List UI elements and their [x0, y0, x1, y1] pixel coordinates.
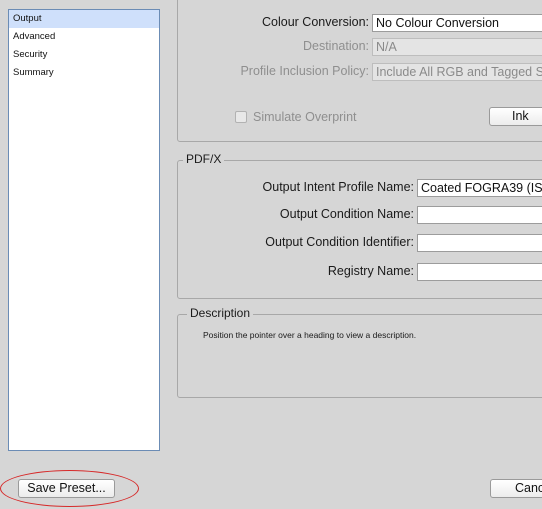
output-intent-profile-select[interactable]: Coated FOGRA39 (IS	[417, 179, 542, 197]
output-condition-identifier-field[interactable]	[417, 234, 542, 252]
profile-inclusion-policy-select: Include All RGB and Tagged S	[372, 63, 542, 81]
output-condition-identifier-label: Output Condition Identifier:	[265, 235, 414, 249]
colour-conversion-select[interactable]: No Colour Conversion	[372, 14, 542, 32]
sidebar-item-advanced[interactable]: Advanced	[9, 28, 159, 46]
simulate-overprint-checkbox[interactable]	[235, 111, 247, 123]
output-intent-profile-label: Output Intent Profile Name:	[262, 180, 414, 194]
output-condition-name-field[interactable]	[417, 206, 542, 224]
simulate-overprint-label: Simulate Overprint	[253, 110, 357, 124]
pdfx-legend: PDF/X	[183, 152, 225, 166]
registry-name-label: Registry Name:	[327, 264, 414, 278]
description-text: Position the pointer over a heading to v…	[203, 330, 417, 340]
cancel-button[interactable]: Canc	[490, 479, 542, 498]
sidebar-item-security[interactable]: Security	[9, 46, 159, 64]
description-legend: Description	[187, 306, 254, 320]
profile-inclusion-policy-label: Profile Inclusion Policy:	[240, 64, 369, 78]
sidebar-item-output[interactable]: Output	[9, 10, 159, 28]
description-group	[177, 314, 542, 398]
colour-conversion-label: Colour Conversion:	[262, 15, 369, 29]
output-condition-name-label: Output Condition Name:	[279, 207, 414, 221]
destination-label: Destination:	[302, 39, 369, 53]
ink-manager-button[interactable]: Ink	[489, 107, 542, 126]
registry-name-field[interactable]	[417, 263, 542, 281]
category-list[interactable]: Output Advanced Security Summary	[8, 9, 160, 451]
save-preset-button[interactable]: Save Preset...	[18, 479, 115, 498]
destination-select: N/A	[372, 38, 542, 56]
sidebar-item-summary[interactable]: Summary	[9, 64, 159, 82]
